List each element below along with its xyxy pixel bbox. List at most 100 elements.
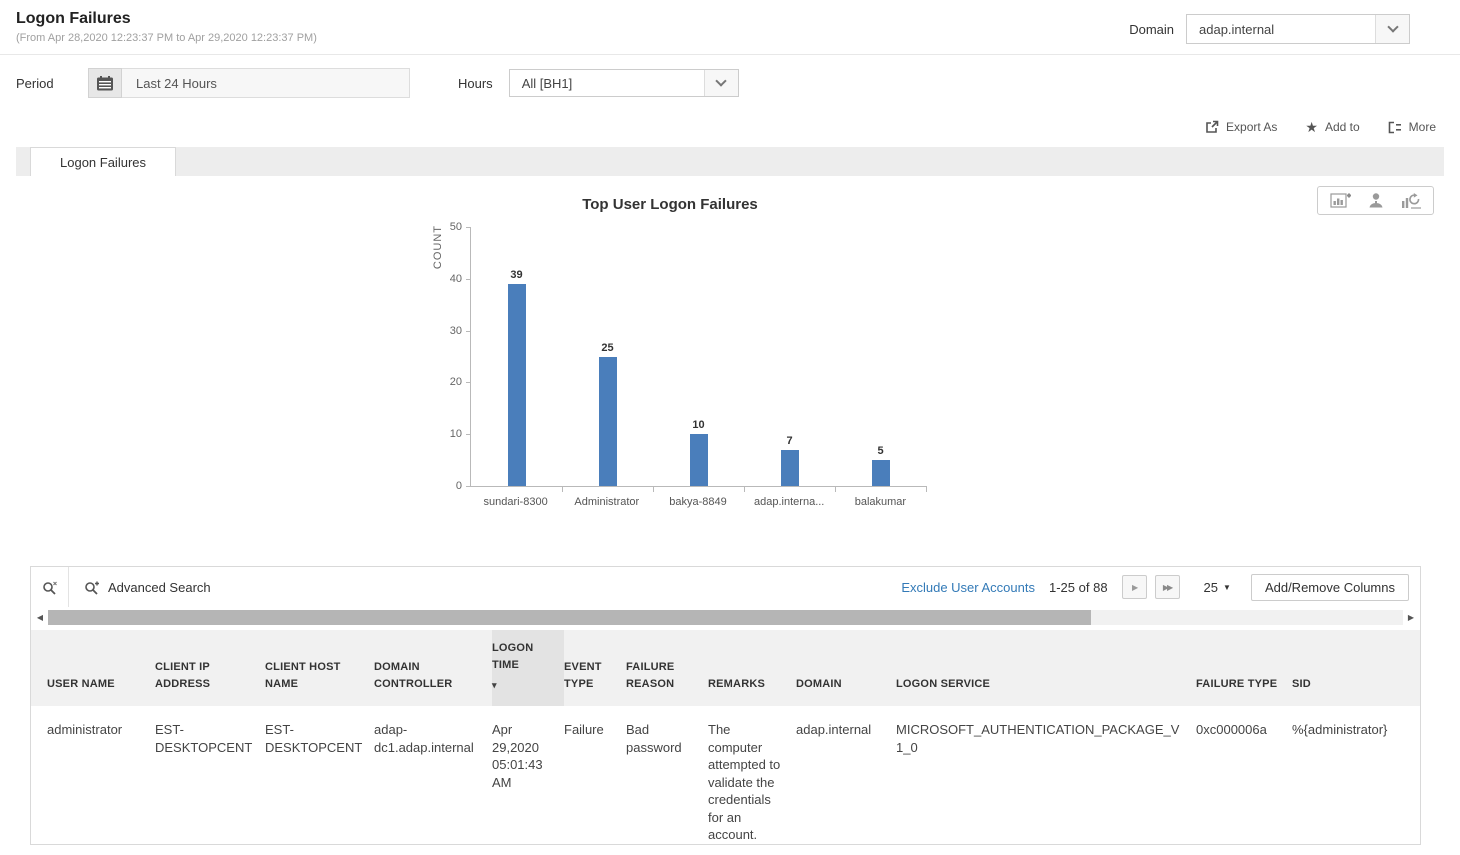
hours-label: Hours (458, 76, 493, 91)
filter-row: Period Last 24 Hours Hours All [BH1] (0, 55, 1460, 110)
bar-value-label: 39 (510, 269, 522, 281)
search-toggle[interactable] (31, 567, 69, 607)
bar-value-label: 10 (692, 419, 704, 431)
domain-label: Domain (1129, 22, 1174, 37)
bar-rect[interactable] (599, 357, 617, 487)
chart-title: Top User Logon Failures (420, 196, 920, 213)
chart-plot-area: COUNT 01020304050 39251075 (470, 227, 926, 487)
report-table-panel: Advanced Search Exclude User Accounts 1-… (30, 566, 1421, 845)
cell-remarks: The computer attempted to validate the c… (708, 706, 796, 844)
report-table: USER NAME CLIENT IP ADDRESS CLIENT HOST … (31, 630, 1420, 844)
page-size-value: 25 (1204, 580, 1218, 595)
x-label-sundari-8300: sundari-8300 (470, 496, 561, 508)
col-remarks[interactable]: REMARKS (708, 630, 796, 706)
tab-logon-failures[interactable]: Logon Failures (30, 147, 176, 176)
bar-rect[interactable] (690, 434, 708, 486)
col-event-type[interactable]: EVENT TYPE (564, 630, 626, 706)
more-icon (1388, 121, 1402, 134)
cell-event-type: Failure (564, 706, 626, 844)
col-domain-controller[interactable]: DOMAIN CONTROLLER (374, 630, 492, 706)
calendar-button[interactable] (88, 68, 122, 98)
bar-adap.interna...[interactable]: 7 (744, 227, 835, 486)
next-page-icon: ▶ (1132, 583, 1136, 592)
chart-panel: Top User Logon Failures COUNT 0102030405… (0, 176, 1460, 551)
scrollbar-thumb[interactable] (48, 610, 1091, 625)
sort-desc-icon: ▾ (492, 679, 554, 693)
last-page-icon: ▶▶ (1163, 583, 1171, 592)
add-to-label: Add to (1325, 120, 1360, 134)
page-title: Logon Failures (16, 10, 317, 28)
last-page-button[interactable]: ▶▶ (1155, 575, 1180, 599)
hours-select-button[interactable] (704, 70, 738, 96)
horizontal-scrollbar[interactable]: ◀ ▶ (32, 609, 1419, 626)
next-page-button[interactable]: ▶ (1122, 575, 1147, 599)
advanced-search-button[interactable]: Advanced Search (69, 580, 211, 595)
scroll-left-icon[interactable]: ◀ (32, 613, 48, 622)
chevron-down-icon (1387, 21, 1398, 32)
cell-domain: adap.internal (796, 706, 896, 844)
advanced-search-label: Advanced Search (108, 580, 211, 595)
export-icon (1205, 120, 1219, 134)
page-size-select[interactable]: 25 ▼ (1204, 580, 1231, 595)
x-axis-labels: sundari-8300Administratorbakya-8849adap.… (470, 496, 926, 508)
col-sid[interactable]: SID (1292, 630, 1420, 706)
export-as-button[interactable]: Export As (1205, 120, 1277, 134)
chart-tools (1317, 186, 1434, 215)
pagination-range: 1-25 of 88 (1049, 580, 1108, 595)
x-label-bakya-8849: bakya-8849 (652, 496, 743, 508)
cell-logon-service: MICROSOFT_AUTHENTICATION_PACKAGE_V1_0 (896, 706, 1196, 844)
col-failure-type[interactable]: FAILURE TYPE (1196, 630, 1292, 706)
actions-row: Export As ★ Add to More (0, 110, 1460, 140)
x-label-Administrator: Administrator (561, 496, 652, 508)
scroll-right-icon[interactable]: ▶ (1403, 613, 1419, 622)
domain-select[interactable]: adap.internal (1186, 14, 1410, 44)
exclude-user-accounts-link[interactable]: Exclude User Accounts (901, 580, 1035, 595)
bar-sundari-8300[interactable]: 39 (471, 227, 562, 486)
cell-domain-controller: adap-dc1.adap.internal (374, 706, 492, 844)
bar-value-label: 5 (877, 445, 883, 457)
user-icon[interactable] (1368, 192, 1384, 209)
add-remove-columns-button[interactable]: Add/Remove Columns (1251, 574, 1409, 601)
calendar-icon (97, 76, 113, 91)
bar-rect[interactable] (508, 284, 526, 486)
add-to-button[interactable]: ★ Add to (1305, 120, 1359, 134)
bar-balakumar[interactable]: 5 (835, 227, 926, 486)
search-icon (42, 580, 58, 595)
bar-Administrator[interactable]: 25 (562, 227, 653, 486)
title-block: Logon Failures (From Apr 28,2020 12:23:3… (16, 10, 317, 44)
col-user-name[interactable]: USER NAME (31, 630, 155, 706)
bar-rect[interactable] (872, 460, 890, 486)
col-failure-reason[interactable]: FAILURE REASON (626, 630, 708, 706)
bar-rect[interactable] (781, 450, 799, 486)
chevron-down-icon: ▼ (1223, 583, 1231, 592)
col-client-host-name[interactable]: CLIENT HOST NAME (265, 630, 374, 706)
table-header-row: USER NAME CLIENT IP ADDRESS CLIENT HOST … (31, 630, 1420, 706)
cell-client-ip-address: EST-DESKTOPCENT (155, 706, 265, 844)
col-client-ip-address[interactable]: CLIENT IP ADDRESS (155, 630, 265, 706)
refresh-chart-icon[interactable] (1401, 192, 1421, 209)
col-logon-time[interactable]: LOGON TIME ▾ (492, 630, 564, 706)
advanced-search-icon (84, 580, 100, 595)
table-toolbar: Advanced Search Exclude User Accounts 1-… (31, 567, 1420, 607)
bar-bakya-8849[interactable]: 10 (653, 227, 744, 486)
col-logon-service[interactable]: LOGON SERVICE (896, 630, 1196, 706)
cell-sid: %{administrator} (1292, 706, 1420, 844)
col-domain[interactable]: DOMAIN (796, 630, 896, 706)
domain-box: Domain adap.internal (1129, 14, 1410, 44)
report-date-range: (From Apr 28,2020 12:23:37 PM to Apr 29,… (16, 32, 317, 44)
domain-select-button[interactable] (1375, 15, 1409, 43)
cell-user-name: administrator (31, 706, 155, 844)
table-row[interactable]: administrator EST-DESKTOPCENT EST-DESKTO… (31, 706, 1420, 844)
more-label: More (1409, 120, 1436, 134)
bar-chart: COUNT 01020304050 39251075 sundari-8300A… (470, 227, 926, 508)
domain-select-value: adap.internal (1187, 15, 1375, 43)
tab-bar: Logon Failures (16, 147, 1444, 176)
add-chart-icon[interactable] (1330, 192, 1351, 209)
period-input[interactable]: Last 24 Hours (122, 68, 410, 98)
more-button[interactable]: More (1388, 120, 1436, 134)
scrollbar-track[interactable] (48, 610, 1403, 625)
page-header: Logon Failures (From Apr 28,2020 12:23:3… (0, 0, 1460, 55)
cell-failure-reason: Bad password (626, 706, 708, 844)
hours-select[interactable]: All [BH1] (509, 69, 739, 97)
star-icon: ★ (1305, 120, 1318, 134)
